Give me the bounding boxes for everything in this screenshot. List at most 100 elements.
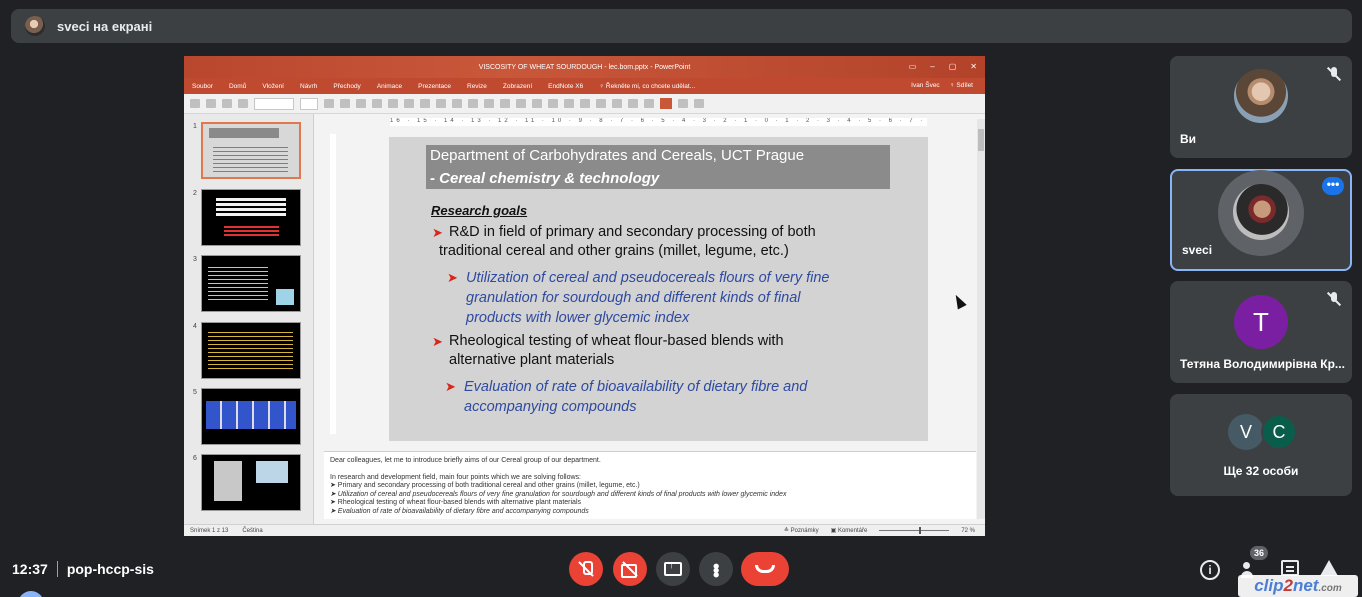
format-painter-icon[interactable] xyxy=(238,99,248,108)
people-count-badge: 36 xyxy=(1250,546,1268,560)
comments-button[interactable]: ▣ Komentáře xyxy=(831,527,868,534)
select-icon[interactable] xyxy=(596,99,606,108)
notes-button[interactable]: ≜ Poznámky xyxy=(784,527,819,534)
ribbon-tab-prezentace[interactable]: Prezentace xyxy=(418,83,451,90)
notes-line: ➤ Utilization of cereal and pseudocereal… xyxy=(330,490,787,498)
ribbon-tab-navrh[interactable]: Návrh xyxy=(300,83,317,90)
slide-thumbnail-2[interactable] xyxy=(201,189,301,246)
language-indicator[interactable]: Čeština xyxy=(242,528,262,534)
ungroup-icon[interactable] xyxy=(628,99,638,108)
ribbon-tab-animace[interactable]: Animace xyxy=(377,83,402,90)
shape-fill-icon[interactable] xyxy=(532,99,542,108)
tell-me-search[interactable]: ♀ Řekněte mi, co chcete udělat... xyxy=(599,83,695,90)
zoom-level[interactable]: 72 % xyxy=(961,528,975,534)
share-button[interactable]: ♀ Sdílet xyxy=(950,82,973,89)
customize-icon[interactable] xyxy=(694,99,704,108)
leave-call-button[interactable] xyxy=(741,552,789,586)
notes-intro: Dear colleagues, let me to introduce bri… xyxy=(330,457,601,464)
divider xyxy=(56,561,58,577)
ribbon-tab-prechody[interactable]: Přechody xyxy=(333,83,360,90)
find-icon[interactable] xyxy=(564,99,574,108)
phone-hangup-icon xyxy=(755,565,775,573)
powerpoint-ribbon-tabs: Soubor Domů Vložení Návrh Přechody Anima… xyxy=(184,78,985,94)
participant-tile-sveci[interactable]: ••• sveci xyxy=(1170,169,1352,271)
speaker-notes-pane[interactable]: Dear colleagues, let me to introduce bri… xyxy=(324,451,976,519)
camera-toggle-button[interactable] xyxy=(613,552,647,586)
numbering-icon[interactable] xyxy=(420,99,430,108)
meeting-details-icon[interactable]: i xyxy=(1200,560,1220,580)
undo-icon[interactable] xyxy=(206,99,216,108)
font-color-icon[interactable] xyxy=(388,99,398,108)
zoom-slider[interactable] xyxy=(879,527,950,534)
activities-icon[interactable] xyxy=(1320,560,1338,576)
minimize-icon[interactable]: – xyxy=(930,62,934,71)
ribbon-tab-soubor[interactable]: Soubor xyxy=(192,83,213,90)
font-name-field[interactable] xyxy=(254,97,294,110)
chat-icon[interactable] xyxy=(1281,560,1299,576)
present-now-button[interactable] xyxy=(656,552,690,586)
quick-styles-icon[interactable] xyxy=(516,99,526,108)
bullets-icon[interactable] xyxy=(404,99,414,108)
slide-thumbnail-4[interactable] xyxy=(201,322,301,379)
underline-icon[interactable] xyxy=(356,99,366,108)
layout-icon[interactable] xyxy=(190,99,200,108)
participant-tile-others[interactable]: V C Ще 32 особи xyxy=(1170,394,1352,496)
crop-icon[interactable] xyxy=(644,99,654,108)
participant-name: Тетяна Володимирівна Кр... xyxy=(1180,357,1345,371)
presenter-avatar xyxy=(25,16,45,36)
sub-bullet-2: ➤ Evaluation of rate of bioavailability … xyxy=(445,377,807,417)
sub-bullet-arrow-icon: ➤ xyxy=(445,379,456,394)
font-size-field[interactable] xyxy=(300,97,318,110)
slide-thumbnail-5[interactable] xyxy=(201,388,301,445)
table-icon[interactable] xyxy=(660,98,672,109)
sub-bullet-1: ➤ Utilization of cereal and pseudocereal… xyxy=(447,268,830,328)
bullet-2: ➤ Rheological testing of wheat flour-bas… xyxy=(432,332,784,370)
ribbon-tab-vlozeni[interactable]: Vložení xyxy=(262,83,284,90)
meet-window: sveci на екрані VISCOSITY OF WHEAT SOURD… xyxy=(0,0,1362,597)
more-options-button[interactable]: ••• xyxy=(699,552,733,586)
scrollbar-thumb[interactable] xyxy=(978,129,984,151)
slide-thumbnail-6[interactable] xyxy=(201,454,301,511)
view-icon[interactable] xyxy=(678,99,688,108)
meeting-code: pop-hccp-sis xyxy=(66,561,154,577)
bold-icon[interactable] xyxy=(324,99,334,108)
slide-scrollbar[interactable] xyxy=(977,119,985,519)
slide-header-line1: Department of Carbohydrates and Cereals,… xyxy=(430,147,805,164)
bullet-arrow-icon: ➤ xyxy=(432,334,443,349)
redo-icon[interactable] xyxy=(222,99,232,108)
more-vert-icon: ••• xyxy=(706,562,726,576)
slide-thumbnail-1[interactable] xyxy=(201,122,301,179)
ribbon-tab-revize[interactable]: Revize xyxy=(467,83,487,90)
bullet-2-line1: Rheological testing of wheat flour-based… xyxy=(449,333,784,349)
shape-outline-icon[interactable] xyxy=(548,99,558,108)
slide-canvas[interactable]: Department of Carbohydrates and Cereals,… xyxy=(389,137,928,441)
ribbon-display-icon[interactable]: ▭ xyxy=(909,62,917,71)
align-right-icon[interactable] xyxy=(468,99,478,108)
shapes-icon[interactable] xyxy=(484,99,494,108)
close-icon[interactable]: ✕ xyxy=(970,62,977,71)
ribbon-tab-endnote[interactable]: EndNote X6 xyxy=(548,83,583,90)
mic-toggle-button[interactable] xyxy=(569,552,603,586)
maximize-icon[interactable]: ▢ xyxy=(949,62,957,71)
watermark-part: net xyxy=(1292,576,1319,595)
group-icon[interactable] xyxy=(612,99,622,108)
align-left-icon[interactable] xyxy=(436,99,446,108)
arrange-icon[interactable] xyxy=(500,99,510,108)
slide-thumbnail-3[interactable] xyxy=(201,255,301,312)
participant-tile-tetiana[interactable]: T Тетяна Володимирівна Кр... xyxy=(1170,281,1352,383)
align-center-icon[interactable] xyxy=(452,99,462,108)
bullet-2-line2: alternative plant materials xyxy=(449,352,615,368)
notes-line: ➤ Rheological testing of wheat flour-bas… xyxy=(330,499,582,506)
ribbon-tab-domu[interactable]: Domů xyxy=(229,83,246,90)
ribbon-tab-zobrazeni[interactable]: Zobrazení xyxy=(503,83,532,90)
thumb-number: 5 xyxy=(193,389,197,396)
strikethrough-icon[interactable] xyxy=(372,99,382,108)
participant-tile-self[interactable]: Ви xyxy=(1170,56,1352,158)
more-options-icon[interactable]: ••• xyxy=(1322,177,1344,195)
avatar: V xyxy=(1228,414,1264,450)
replace-icon[interactable] xyxy=(580,99,590,108)
sub-bullet-1-line3: products with lower glycemic index xyxy=(466,310,690,326)
italic-icon[interactable] xyxy=(340,99,350,108)
slide-thumbnail-pane[interactable]: 1 2 3 4 5 6 xyxy=(184,114,314,524)
sub-bullet-2-line2: accompanying compounds xyxy=(464,399,637,415)
